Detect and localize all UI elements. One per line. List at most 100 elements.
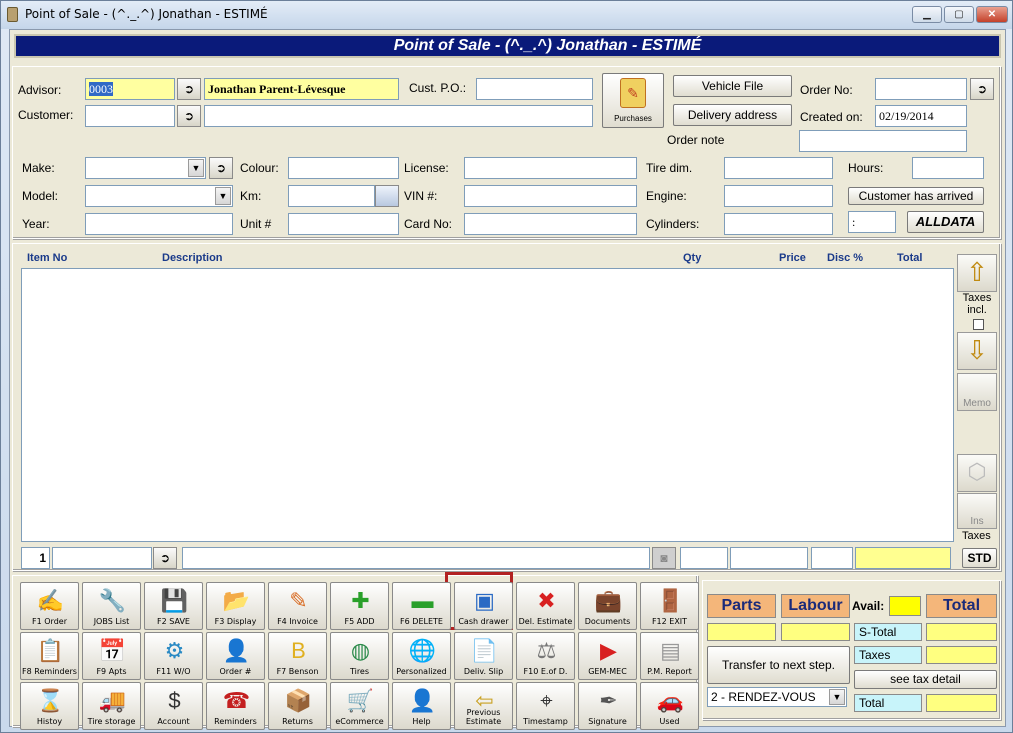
- delivery-address-button[interactable]: Delivery address: [673, 104, 792, 126]
- customer-code-field[interactable]: [85, 105, 175, 127]
- created-on-field[interactable]: 02/19/2014: [875, 105, 967, 127]
- make-select[interactable]: ▼: [85, 157, 206, 179]
- toolbar-button-f1-order[interactable]: ✍ F1 Order: [20, 582, 79, 630]
- memo-button[interactable]: Memo: [957, 373, 997, 411]
- advisor-code-selection: 0003: [89, 82, 113, 96]
- toolbar-button-documents[interactable]: 💼 Documents: [578, 582, 637, 630]
- toolbar-button-returns[interactable]: 📦 Returns: [268, 682, 327, 730]
- time-field[interactable]: :: [848, 211, 896, 233]
- order-no-field[interactable]: [875, 78, 967, 100]
- toolbar-button-previous-estimate[interactable]: ⇦ Previous Estimate: [454, 682, 513, 730]
- toolbar-button-f8-reminders[interactable]: 📋 F8 Reminders: [20, 632, 79, 680]
- hex-button[interactable]: ⬡: [957, 454, 997, 492]
- unit-field[interactable]: [288, 213, 399, 235]
- toolbar-button-tires[interactable]: ◍ Tires: [330, 632, 389, 680]
- toolbar-button-tire-storage[interactable]: 🚚 Tire storage: [82, 682, 141, 730]
- toolbar-button-help[interactable]: 👤 Help: [392, 682, 451, 730]
- toolbar-button-deliv-slip[interactable]: 📄 Deliv. Slip: [454, 632, 513, 680]
- toolbar-button-cash-drawer[interactable]: ▣ Cash drawer: [454, 582, 513, 630]
- toolbar-button-f9-apts[interactable]: 📅 F9 Apts: [82, 632, 141, 680]
- km-label: Km:: [240, 189, 262, 203]
- labour-header: Labour: [781, 594, 850, 618]
- parts-value: [707, 623, 776, 641]
- toolbar-button-f11-w-o[interactable]: ⚙ F11 W/O: [144, 632, 203, 680]
- cust-po-field[interactable]: [476, 78, 593, 100]
- tire-button[interactable]: ◙: [652, 547, 676, 569]
- toolbar-button-ecommerce[interactable]: 🛒 eCommerce: [330, 682, 389, 730]
- make-lookup-button[interactable]: ➲: [209, 157, 233, 179]
- title-bar[interactable]: Point of Sale - (^._.^) Jonathan - ESTIM…: [1, 1, 1012, 29]
- ins-button[interactable]: Ins: [957, 493, 997, 529]
- scroll-down-button[interactable]: ⇩: [957, 332, 997, 370]
- transfer-button[interactable]: Transfer to next step.: [707, 646, 850, 684]
- taxes-incl-checkbox[interactable]: [973, 319, 984, 330]
- hours-field[interactable]: [912, 157, 984, 179]
- card-no-field[interactable]: [464, 213, 637, 235]
- toolbar-button-f4-invoice[interactable]: ✎ F4 Invoice: [268, 582, 327, 630]
- purchases-button[interactable]: ✎ Purchases: [602, 73, 664, 128]
- toolbar-button-account[interactable]: $ Account: [144, 682, 203, 730]
- order-lookup-button[interactable]: ➲: [970, 78, 994, 100]
- year-field[interactable]: [85, 213, 233, 235]
- colour-field[interactable]: [288, 157, 399, 179]
- close-button[interactable]: ✕: [976, 6, 1008, 23]
- toolbar-button-label: Used: [659, 717, 680, 726]
- toolbar-button-f3-display[interactable]: 📂 F3 Display: [206, 582, 265, 630]
- toolbar-button-personalized[interactable]: 🌐 Personalized: [392, 632, 451, 680]
- see-tax-detail-button[interactable]: see tax detail: [854, 670, 997, 689]
- advisor-code-field[interactable]: 0003: [85, 78, 175, 100]
- step-select[interactable]: 2 - RENDEZ-VOUS ▼: [707, 687, 847, 707]
- tire-dim-field[interactable]: [724, 157, 833, 179]
- qty-input[interactable]: [680, 547, 728, 569]
- item-lookup-button[interactable]: ➲: [153, 547, 177, 569]
- toolbar-button-order[interactable]: 👤 Order #: [206, 632, 265, 680]
- std-button[interactable]: STD: [962, 548, 997, 568]
- description-input[interactable]: [182, 547, 650, 569]
- engine-label: Engine:: [646, 189, 687, 203]
- customer-name-field[interactable]: [204, 105, 593, 127]
- maximize-button[interactable]: ▢: [944, 6, 974, 23]
- km-calendar-button[interactable]: [375, 185, 399, 207]
- toolbar-button-del-estimate[interactable]: ✖ Del. Estimate: [516, 582, 575, 630]
- line-number-field[interactable]: 1: [21, 547, 50, 569]
- toolbar-button-f2-save[interactable]: 💾 F2 SAVE: [144, 582, 203, 630]
- toolbar-button-signature[interactable]: ✒ Signature: [578, 682, 637, 730]
- vehicle-file-button[interactable]: Vehicle File: [673, 75, 792, 97]
- license-field[interactable]: [464, 157, 637, 179]
- toolbar-button-reminders[interactable]: ☎ Reminders: [206, 682, 265, 730]
- vin-field[interactable]: [464, 185, 637, 207]
- used-icon: 🚗: [656, 688, 685, 713]
- toolbar-button-used[interactable]: 🚗 Used: [640, 682, 699, 730]
- items-grid[interactable]: [21, 268, 954, 542]
- alldata-button[interactable]: ALLDATA: [907, 211, 984, 233]
- disc-input[interactable]: [811, 547, 853, 569]
- scroll-up-button[interactable]: ⇧: [957, 254, 997, 292]
- toolbar-button-timestamp[interactable]: ⌖ Timestamp: [516, 682, 575, 730]
- app-icon: [7, 7, 18, 22]
- toolbar-button-histoy[interactable]: ⌛ Histoy: [20, 682, 79, 730]
- f3-display-icon: 📂: [222, 588, 251, 613]
- price-input[interactable]: [730, 547, 808, 569]
- order-note-field[interactable]: [799, 130, 967, 152]
- toolbar-button-label: F8 Reminders: [22, 667, 77, 676]
- toolbar-button-f6-delete[interactable]: ▬ F6 DELETE: [392, 582, 451, 630]
- advisor-name-field[interactable]: Jonathan Parent-Lévesque: [204, 78, 399, 100]
- km-field[interactable]: [288, 185, 375, 207]
- toolbar-button-f5-add[interactable]: ✚ F5 ADD: [330, 582, 389, 630]
- col-description: Description: [162, 252, 223, 264]
- model-select[interactable]: ▼: [85, 185, 233, 207]
- cylinders-field[interactable]: [724, 213, 833, 235]
- engine-field[interactable]: [724, 185, 833, 207]
- toolbar-button-gem-mec[interactable]: ▶ GEM-MEC: [578, 632, 637, 680]
- customer-lookup-button[interactable]: ➲: [177, 105, 201, 127]
- customer-arrived-button[interactable]: Customer has arrived: [848, 187, 984, 205]
- toolbar-button-label: Returns: [282, 717, 313, 726]
- toolbar-button-f10-e-of-d[interactable]: ⚖ F10 E.of D.: [516, 632, 575, 680]
- item-no-input[interactable]: [52, 547, 152, 569]
- toolbar-button-jobs-list[interactable]: 🔧 JOBS List: [82, 582, 141, 630]
- minimize-button[interactable]: ▁: [912, 6, 942, 23]
- advisor-lookup-button[interactable]: ➲: [177, 78, 201, 100]
- toolbar-button-f7-benson[interactable]: B F7 Benson: [268, 632, 327, 680]
- toolbar-button-p-m-report[interactable]: ▤ P.M. Report: [640, 632, 699, 680]
- toolbar-button-f12-exit[interactable]: 🚪 F12 EXIT: [640, 582, 699, 630]
